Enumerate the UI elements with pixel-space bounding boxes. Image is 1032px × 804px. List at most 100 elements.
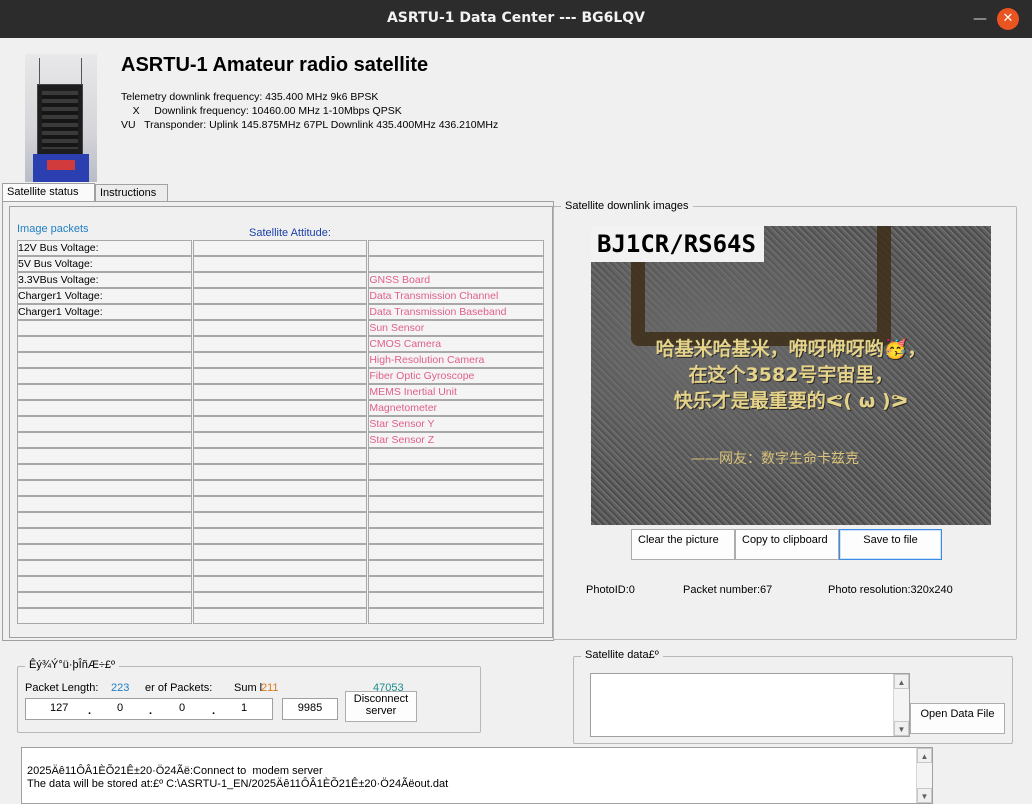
status-cell: Charger1 Voltage: [17,288,192,304]
scroll-up-icon[interactable]: ▲ [894,674,909,689]
status-cell: 3.3VBus Voltage: [17,272,192,288]
status-cell [192,432,368,448]
status-cell [192,560,368,576]
status-row [17,560,545,576]
status-cell [17,320,192,336]
scroll-down-icon[interactable]: ▼ [894,721,909,736]
status-cell [17,544,192,560]
status-cell [368,496,545,512]
status-cell: High-Resolution Camera [368,352,545,368]
status-row: Charger1 Voltage: Data Transmission Baseb… [17,304,545,320]
status-cell: Star Sensor Z [368,432,545,448]
x-downlink-frequency-text: X Downlink frequency: 10460.00 MHz 1-10M… [121,105,402,117]
ip-octet-3[interactable]: 0 [179,702,185,714]
downlink-images-title: Satellite downlink images [561,200,693,212]
status-cell [368,544,545,560]
port-field[interactable]: 9985 [282,698,338,720]
packet-length-value: 223 [111,682,130,694]
disconnect-server-button[interactable]: Disconnect server [345,691,417,722]
status-cell [17,336,192,352]
satellite-data-textarea[interactable]: ▲ ▼ [590,673,910,737]
status-cell [17,368,192,384]
open-data-file-button[interactable]: Open Data File [910,703,1005,734]
status-cell [368,240,545,256]
tab-satellite-status[interactable]: Satellite status [2,183,95,203]
packet-length-label: Packet Length: [25,682,99,694]
ip-octet-4[interactable]: 1 [241,702,247,714]
status-cell: MEMS Inertial Unit [368,384,545,400]
status-cell [17,464,192,480]
status-cell [192,272,368,288]
image-text-line-2: 在这个3582号宇宙里， [688,364,894,386]
satellite-photo [25,54,97,182]
status-cell [17,560,192,576]
ip-octet-1[interactable]: 127 [50,702,68,714]
status-cell [368,512,545,528]
status-cell [192,336,368,352]
status-cell [192,288,368,304]
status-cell [17,528,192,544]
status-row [17,576,545,592]
status-cell: 5V Bus Voltage: [17,256,192,272]
status-cell [192,384,368,400]
status-row: High-Resolution Camera [17,352,545,368]
status-cell [17,400,192,416]
status-cell [192,608,368,624]
satellite-data-title: Satellite data£º [581,649,663,661]
status-row: 5V Bus Voltage: [17,256,545,272]
status-cell [192,544,368,560]
status-cell [192,464,368,480]
status-cell [192,304,368,320]
status-cell: Fiber Optic Gyroscope [368,368,545,384]
log-scrollbar[interactable]: ▲ ▼ [916,748,932,803]
ip-octet-2[interactable]: 0 [117,702,123,714]
status-cell [192,576,368,592]
status-cell [17,512,192,528]
minimize-button[interactable]: — [970,9,990,29]
status-cell [17,480,192,496]
number-of-packets-label: er of Packets: [145,682,213,694]
status-cell [368,576,545,592]
log-scroll-up-icon[interactable]: ▲ [917,748,932,763]
status-cell [17,608,192,624]
status-row: MEMS Inertial Unit [17,384,545,400]
status-cell [192,592,368,608]
status-row [17,496,545,512]
status-cell [192,256,368,272]
status-cell [192,416,368,432]
status-cell [192,528,368,544]
satellite-attitude-label: Satellite Attitude: [249,227,331,239]
status-cell [192,368,368,384]
status-row [17,592,545,608]
page-title: ASRTU-1 Amateur radio satellite [121,54,429,76]
log-scroll-down-icon[interactable]: ▼ [917,788,932,803]
status-cell [368,592,545,608]
ip-address-field[interactable]: 127 . 0 . 0 . 1 [25,698,273,720]
status-cell: Data Transmission Channel [368,288,545,304]
status-row: Star Sensor Y [17,416,545,432]
status-cell [368,256,545,272]
status-row [17,448,545,464]
log-line: The data will be stored at:£º C:\ASRTU-1… [27,778,449,790]
window-title: ASRTU-1 Data Center --- BG6LQV [386,10,646,26]
sum-label: Sum l [234,682,263,694]
status-cell [17,432,192,448]
status-row: Fiber Optic Gyroscope [17,368,545,384]
status-cell: Star Sensor Y [368,416,545,432]
packet-number-text: Packet number:67 [683,584,773,596]
status-cell [192,496,368,512]
vu-transponder-text: VU Transponder: Uplink 145.875MHz 67PL D… [121,119,499,131]
telemetry-frequency-text: Telemetry downlink frequency: 435.400 MH… [121,91,379,103]
status-row [17,544,545,560]
copy-to-clipboard-button[interactable]: Copy to clipboard [735,529,839,560]
save-to-file-button[interactable]: Save to file [839,529,942,560]
satellite-data-scrollbar[interactable]: ▲ ▼ [893,674,909,736]
clear-picture-button[interactable]: Clear the picture [631,529,735,560]
sum-value: 211 [261,682,279,694]
close-button[interactable]: ✕ [997,8,1019,30]
status-row: CMOS Camera [17,336,545,352]
status-cell [17,416,192,432]
status-cell [17,576,192,592]
status-cell [17,448,192,464]
image-text-line-4: ——网友：数字生命卡兹克 [691,451,859,467]
